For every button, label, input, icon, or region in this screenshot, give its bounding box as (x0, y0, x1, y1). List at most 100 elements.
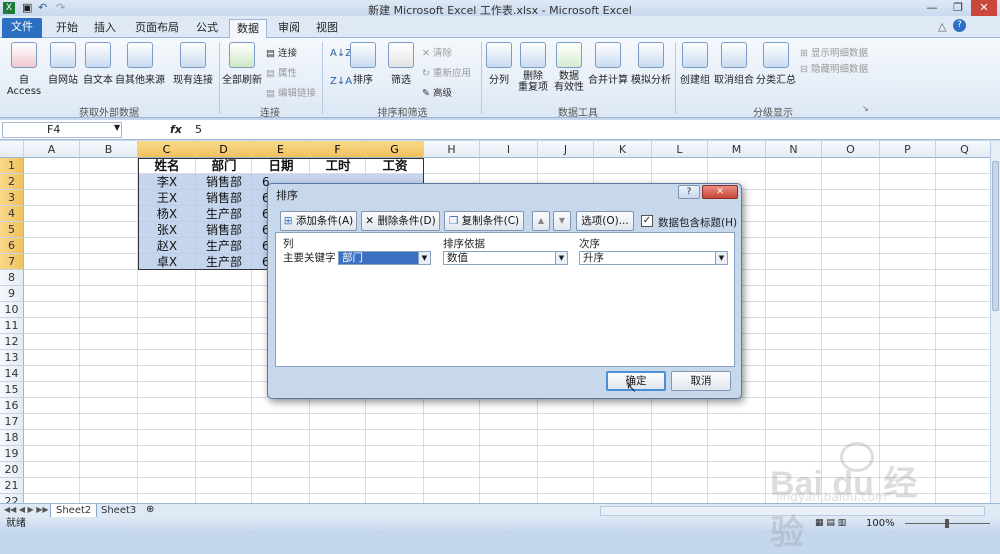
column-header-k[interactable]: K (594, 141, 652, 158)
tab-view[interactable]: 视图 (310, 19, 344, 38)
header-cell[interactable]: 日期 (252, 158, 310, 174)
name-box[interactable]: F4 (2, 122, 122, 138)
formula-input[interactable]: 5 (195, 123, 202, 136)
from-web-button[interactable]: 自网站 (44, 42, 82, 86)
insert-sheet-icon[interactable]: ⊕ (146, 504, 154, 515)
tab-home[interactable]: 开始 (50, 19, 84, 38)
cancel-button[interactable]: 取消 (671, 371, 731, 391)
dialog-launcher-icon[interactable]: ↘ (862, 104, 869, 113)
advanced-filter-button[interactable]: ✎ 高级 (422, 85, 452, 99)
group-button[interactable]: 创建组 (678, 42, 712, 86)
column-header-e[interactable]: E (252, 141, 310, 158)
row-header-11[interactable]: 11 (0, 318, 24, 334)
has-header-checkbox[interactable]: ✓ (641, 215, 653, 227)
sort-key-select[interactable]: 部门 ▼ (338, 251, 431, 265)
tab-formulas[interactable]: 公式 (190, 19, 224, 38)
what-if-analysis-button[interactable]: 模拟分析 (630, 42, 672, 86)
header-cell[interactable]: 部门 (196, 158, 252, 174)
insert-function-icon[interactable]: fx (170, 123, 182, 136)
move-up-button[interactable]: ▲ (532, 211, 550, 231)
name-cell[interactable]: 王X (138, 190, 196, 206)
header-cell[interactable]: 工时 (310, 158, 366, 174)
dialog-close-button[interactable]: ✕ (702, 185, 738, 199)
column-header-j[interactable]: J (538, 141, 594, 158)
row-header-1[interactable]: 1 (0, 158, 24, 174)
tab-page-layout[interactable]: 页面布局 (128, 19, 186, 38)
connections-button[interactable]: ▤ 连接 (266, 45, 297, 59)
tab-file[interactable]: 文件 (2, 18, 42, 38)
row-header-13[interactable]: 13 (0, 350, 24, 366)
name-box-dropdown-icon[interactable]: ▼ (114, 123, 120, 132)
show-detail-button[interactable]: ⊞ 显示明细数据 (800, 45, 868, 59)
sheet-nav-icon[interactable]: ◀◀ ◀ ▶ ▶▶ (4, 505, 49, 514)
minimize-button[interactable]: — (919, 0, 945, 16)
column-header-f[interactable]: F (310, 141, 366, 158)
subtotal-button[interactable]: 分类汇总 (756, 42, 796, 86)
header-cell[interactable]: 工资 (366, 158, 424, 174)
vertical-scrollbar[interactable] (990, 141, 1000, 503)
edit-links-button[interactable]: ▤ 编辑链接 (266, 85, 316, 99)
column-header-d[interactable]: D (196, 141, 252, 158)
dept-cell[interactable]: 生产部 (196, 254, 252, 270)
column-header-o[interactable]: O (822, 141, 880, 158)
tab-data[interactable]: 数据 (229, 19, 267, 38)
dept-cell[interactable]: 销售部 (196, 174, 252, 190)
row-header-21[interactable]: 21 (0, 478, 24, 494)
properties-button[interactable]: ▤ 属性 (266, 65, 297, 79)
order-select[interactable]: 升序 ▼ (579, 251, 728, 265)
from-access-button[interactable]: 自 Access (2, 42, 46, 97)
sheet-tab-sheet3[interactable]: Sheet3 (96, 504, 141, 518)
scroll-thumb[interactable] (992, 161, 999, 311)
column-header-h[interactable]: H (424, 141, 480, 158)
from-other-sources-button[interactable]: 自其他来源 (114, 42, 166, 86)
row-header-14[interactable]: 14 (0, 366, 24, 382)
ungroup-button[interactable]: 取消组合 (714, 42, 754, 86)
sheet-tab-sheet2[interactable]: Sheet2 (50, 504, 98, 518)
column-header-m[interactable]: M (708, 141, 766, 158)
select-all-corner[interactable] (0, 141, 24, 158)
reapply-filter-button[interactable]: ↻ 重新应用 (422, 65, 471, 79)
filter-button[interactable]: 筛选 (386, 42, 416, 86)
ribbon-collapse-icon[interactable]: △ (938, 20, 946, 33)
text-to-columns-button[interactable]: 分列 (484, 42, 514, 86)
header-cell[interactable]: 姓名 (138, 158, 196, 174)
clear-filter-button[interactable]: ✕ 清除 (422, 45, 452, 59)
row-header-10[interactable]: 10 (0, 302, 24, 318)
row-header-8[interactable]: 8 (0, 270, 24, 286)
close-button[interactable]: ✕ (971, 0, 997, 16)
row-header-6[interactable]: 6 (0, 238, 24, 254)
dept-cell[interactable]: 生产部 (196, 238, 252, 254)
consolidate-button[interactable]: 合并计算 (588, 42, 628, 86)
column-header-g[interactable]: G (366, 141, 424, 158)
name-cell[interactable]: 卓X (138, 254, 196, 270)
name-cell[interactable]: 李X (138, 174, 196, 190)
row-header-5[interactable]: 5 (0, 222, 24, 238)
copy-level-button[interactable]: ❐ 复制条件(C) (444, 211, 524, 231)
row-header-20[interactable]: 20 (0, 462, 24, 478)
column-header-p[interactable]: P (880, 141, 936, 158)
row-header-15[interactable]: 15 (0, 382, 24, 398)
dept-cell[interactable]: 销售部 (196, 190, 252, 206)
sort-descending-icon[interactable]: Z↓A (330, 76, 352, 87)
row-header-17[interactable]: 17 (0, 414, 24, 430)
column-header-l[interactable]: L (652, 141, 708, 158)
name-cell[interactable]: 赵X (138, 238, 196, 254)
refresh-all-button[interactable]: 全部刷新 (222, 42, 262, 86)
options-button[interactable]: 选项(O)... (576, 211, 634, 231)
maximize-button[interactable]: ❐ (945, 0, 971, 16)
row-header-2[interactable]: 2 (0, 174, 24, 190)
column-header-c[interactable]: C (138, 141, 196, 158)
row-header-22[interactable]: 22 (0, 494, 24, 503)
row-header-18[interactable]: 18 (0, 430, 24, 446)
dept-cell[interactable]: 生产部 (196, 206, 252, 222)
sort-on-select[interactable]: 数值 ▼ (443, 251, 568, 265)
tab-insert[interactable]: 插入 (88, 19, 122, 38)
move-down-button[interactable]: ▼ (553, 211, 571, 231)
row-header-7[interactable]: 7 (0, 254, 24, 270)
column-header-q[interactable]: Q (936, 141, 990, 158)
help-icon[interactable]: ? (953, 19, 966, 32)
row-header-19[interactable]: 19 (0, 446, 24, 462)
sort-ascending-icon[interactable]: A↓Z (330, 48, 352, 59)
dialog-help-button[interactable]: ? (678, 185, 700, 199)
from-text-button[interactable]: 自文本 (80, 42, 116, 86)
